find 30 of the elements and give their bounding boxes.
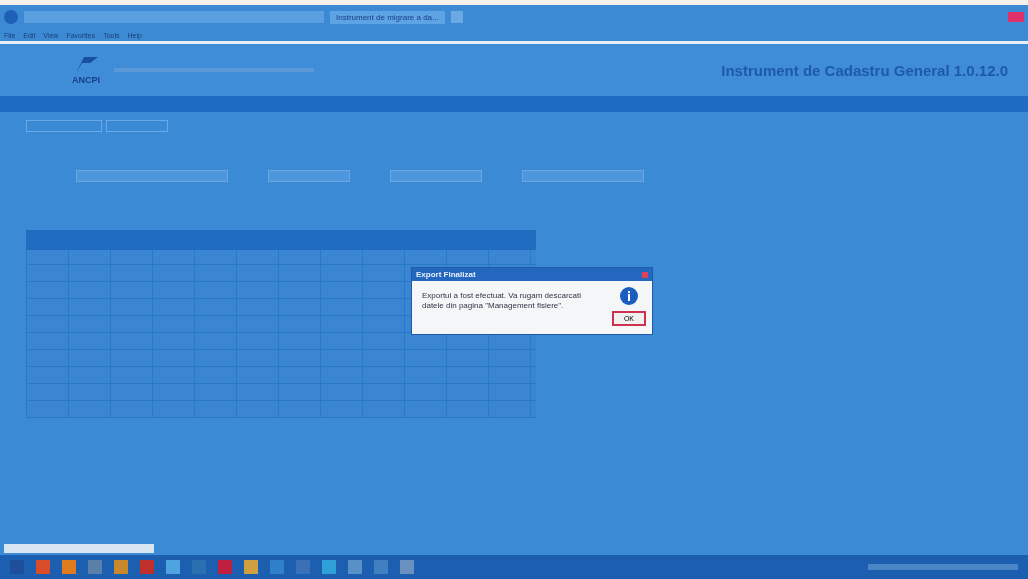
page-tab[interactable] [26, 120, 102, 132]
dialog-title: Export Finalizat [416, 270, 476, 279]
address-field[interactable] [24, 11, 324, 23]
taskbar-app-icon[interactable] [62, 560, 76, 574]
close-button[interactable] [1008, 12, 1024, 22]
taskbar-app-icon[interactable] [36, 560, 50, 574]
taskbar-app-icon[interactable] [88, 560, 102, 574]
taskbar-app-icon[interactable] [348, 560, 362, 574]
logo-text: ANCPI [72, 75, 100, 85]
dropdown-field[interactable] [268, 170, 350, 182]
taskbar-app-icon[interactable] [114, 560, 128, 574]
page-tab[interactable] [106, 120, 168, 132]
dropdown-field[interactable] [390, 170, 482, 182]
taskbar-app-icon[interactable] [400, 560, 414, 574]
taskbar-app-icon[interactable] [374, 560, 388, 574]
back-button-icon[interactable] [4, 10, 18, 24]
dropdown-field[interactable] [76, 170, 228, 182]
dialog-message: Exportul a fost efectuat. Va rugam descarcati datele din pagina "Management fisiere". [422, 290, 583, 313]
info-icon [619, 287, 638, 305]
taskbar-app-icon[interactable] [322, 560, 336, 574]
new-tab-button[interactable] [450, 11, 463, 23]
browser-tab[interactable]: Instrument de migrare a da... [330, 10, 445, 24]
taskbar-app-icon[interactable] [244, 560, 258, 574]
taskbar-app-icon[interactable] [166, 560, 180, 574]
dropdown-field[interactable] [522, 170, 644, 182]
taskbar-app-icon[interactable] [270, 560, 284, 574]
taskbar-app-icon[interactable] [218, 560, 232, 574]
taskbar-app-icon[interactable] [296, 560, 310, 574]
taskbar-app-icon[interactable] [140, 560, 154, 574]
close-icon[interactable] [642, 271, 648, 278]
